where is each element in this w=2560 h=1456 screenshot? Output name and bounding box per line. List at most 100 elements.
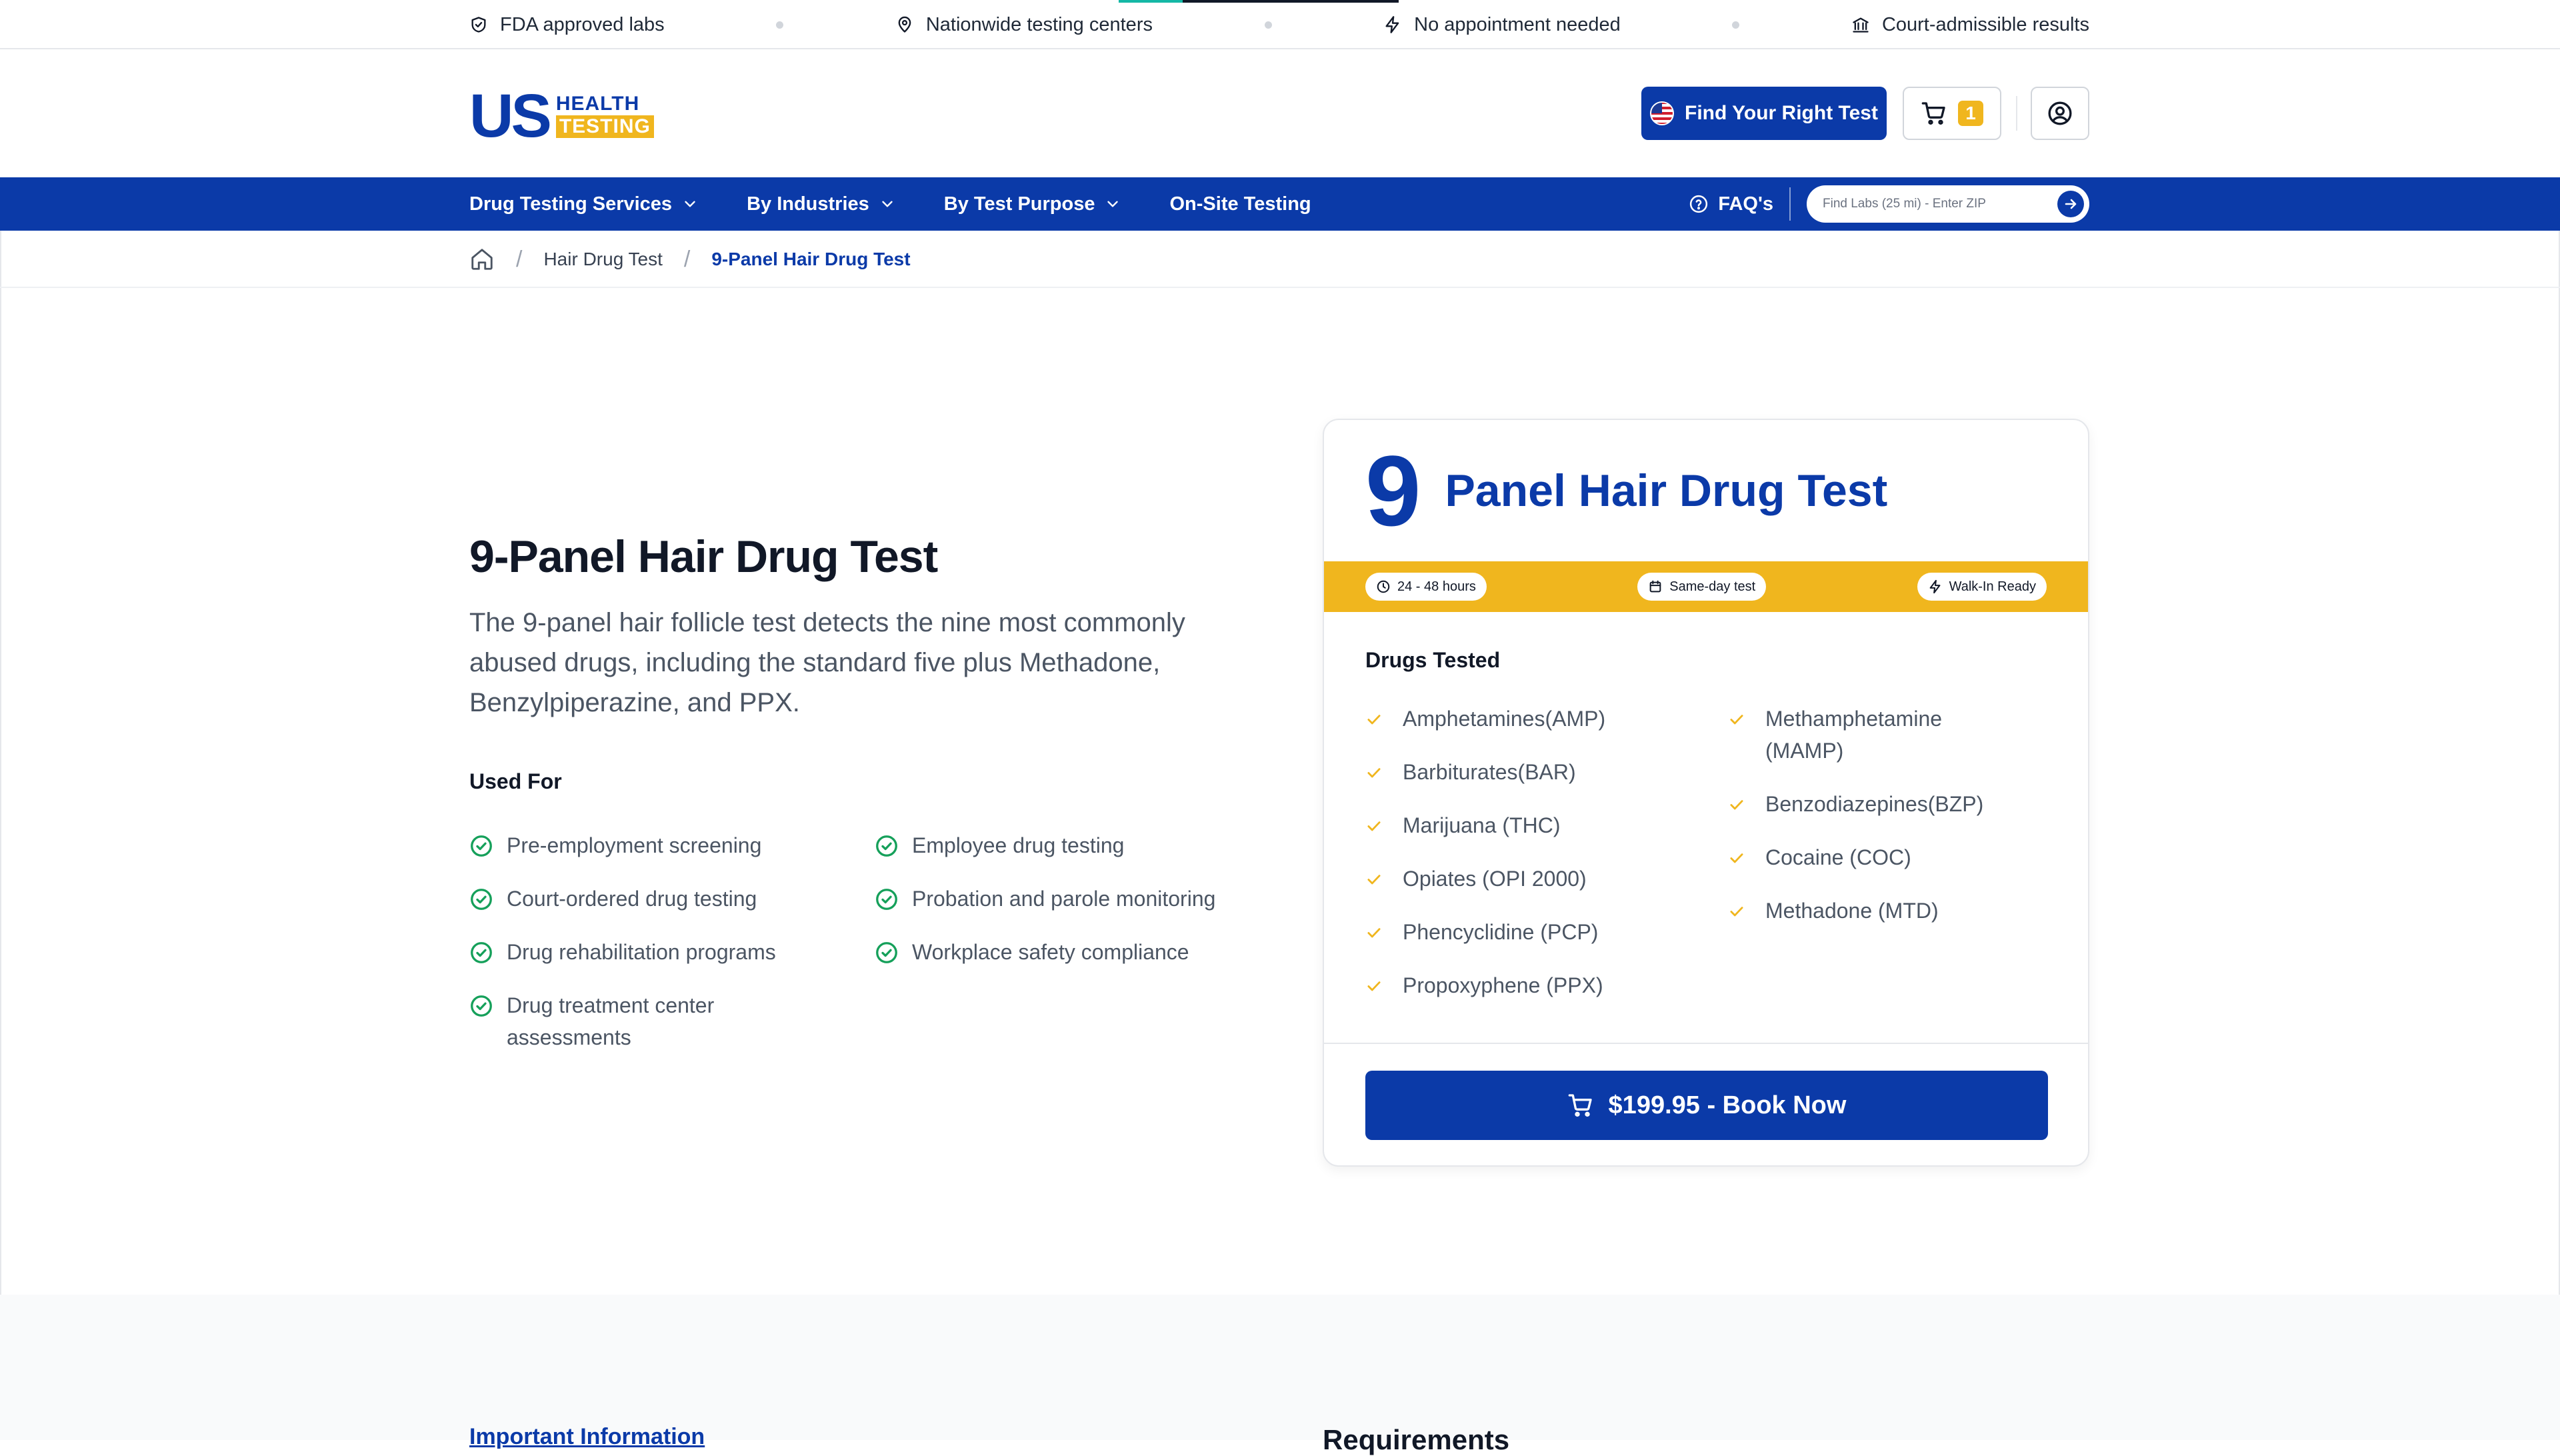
feature-badge-band: 24 - 48 hours Same-day test Walk-In Read…: [1324, 561, 2088, 612]
nav-item-label: By Test Purpose: [943, 193, 1095, 215]
badge-label: Walk-In Ready: [1949, 579, 2036, 594]
check-circle-icon: [875, 941, 899, 965]
list-item: Benzodiazepines(BZP): [1728, 788, 2061, 820]
info-section: [0, 1295, 2560, 1440]
drug-label: Amphetamines(AMP): [1403, 707, 1606, 731]
drug-label: Marijuana (THC): [1403, 813, 1561, 837]
drug-label: Methamphetamine (MAMP): [1765, 707, 1943, 763]
check-icon: [1728, 711, 1745, 728]
breadcrumb: / Hair Drug Test / 9-Panel Hair Drug Tes…: [0, 231, 2560, 288]
check-icon: [1728, 849, 1745, 867]
trust-item-label: Nationwide testing centers: [925, 13, 1153, 35]
faq-link[interactable]: FAQ's: [1689, 187, 1791, 221]
badge-label: Same-day test: [1669, 579, 1756, 594]
page-description: The 9-panel hair follicle test detects t…: [469, 608, 1185, 717]
important-information-tab[interactable]: Important Information: [469, 1424, 705, 1450]
drugs-list-right: Methamphetamine (MAMP) Benzodiazepines(B…: [1728, 703, 2061, 948]
list-item: Drug rehabilitation programs: [469, 936, 875, 968]
logo-testing-text: TESTING: [555, 115, 654, 138]
used-for-label: Drug treatment center assessments: [507, 993, 715, 1049]
list-item: Cocaine (COC): [1728, 841, 2061, 873]
check-circle-icon: [469, 887, 493, 911]
nav-right-group: FAQ's: [1689, 177, 2089, 231]
drug-label: Methadone (MTD): [1765, 899, 1939, 923]
account-button[interactable]: [2031, 87, 2089, 140]
separator-dot: [1264, 21, 1272, 29]
site-logo[interactable]: US HEALTH TESTING: [469, 82, 654, 150]
trust-item-label: FDA approved labs: [500, 13, 665, 35]
trust-item-label: No appointment needed: [1414, 13, 1621, 35]
nav-item-label: By Industries: [747, 193, 869, 215]
zip-search-box: [1807, 185, 2089, 223]
trust-bar: FDA approved labs Nationwide testing cen…: [0, 0, 2560, 49]
zip-search-input[interactable]: [1823, 197, 2043, 211]
product-card: 9 Panel Hair Drug Test 24 - 48 hours Sam…: [1323, 419, 2089, 1167]
badge-label: 24 - 48 hours: [1397, 579, 1476, 594]
find-your-right-test-button[interactable]: Find Your Right Test: [1641, 87, 1887, 140]
badge-same-day: Same-day test: [1637, 573, 1767, 601]
used-for-label: Employee drug testing: [912, 833, 1125, 857]
list-item: Court-ordered drug testing: [469, 883, 875, 915]
drug-label: Barbiturates(BAR): [1403, 760, 1576, 784]
breadcrumb-link-hair-drug-test[interactable]: Hair Drug Test: [543, 249, 662, 270]
list-item: Workplace safety compliance: [875, 936, 1269, 968]
shield-check-icon: [469, 15, 488, 34]
chevron-down-icon: [681, 195, 699, 213]
logo-wordmark: HEALTH TESTING: [555, 94, 654, 138]
trust-item-court: Court-admissible results: [1851, 14, 2089, 36]
list-item: Probation and parole monitoring: [875, 883, 1269, 915]
used-for-list: Pre-employment screening Employee drug t…: [469, 829, 1269, 1053]
breadcrumb-separator: /: [683, 246, 691, 272]
cart-icon: [1921, 100, 1947, 127]
separator-dot: [776, 21, 784, 29]
product-card-header: 9 Panel Hair Drug Test: [1324, 420, 2088, 561]
list-item: Pre-employment screening: [469, 829, 875, 861]
drug-label: Benzodiazepines(BZP): [1765, 792, 1984, 816]
check-icon: [1728, 796, 1745, 813]
check-icon: [1365, 711, 1383, 728]
check-icon: [1365, 977, 1383, 995]
breadcrumb-current: 9-Panel Hair Drug Test: [711, 249, 911, 269]
list-item: Propoxyphene (PPX): [1365, 969, 1725, 1001]
list-item: Employee drug testing: [875, 829, 1269, 861]
find-test-label: Find Your Right Test: [1685, 102, 1878, 124]
faq-label: FAQ's: [1718, 193, 1773, 215]
help-circle-icon: [1689, 194, 1709, 214]
chevron-down-icon: [1104, 195, 1121, 213]
main-nav: Drug Testing Services By Industries By T…: [0, 177, 2560, 231]
panel-number: 9: [1365, 435, 1421, 547]
used-for-label: Probation and parole monitoring: [912, 887, 1216, 911]
zip-search-submit-button[interactable]: [2057, 191, 2084, 217]
nav-item-drug-testing-services[interactable]: Drug Testing Services: [469, 193, 699, 215]
nav-item-on-site-testing[interactable]: On-Site Testing: [1169, 193, 1311, 215]
lightning-icon: [1928, 579, 1943, 594]
clock-icon: [1376, 579, 1391, 594]
list-item: Opiates (OPI 2000): [1365, 863, 1725, 895]
book-now-button[interactable]: $199.95 - Book Now: [1365, 1071, 2048, 1140]
check-circle-icon: [875, 887, 899, 911]
check-circle-icon: [875, 834, 899, 858]
used-for-label: Court-ordered drug testing: [507, 887, 757, 911]
check-circle-icon: [469, 994, 493, 1018]
logo-us-text: US: [469, 82, 552, 150]
header-divider: [2016, 96, 2017, 131]
drugs-list-left: Amphetamines(AMP) Barbiturates(BAR) Mari…: [1365, 703, 1725, 1023]
trust-item-nationwide: Nationwide testing centers: [895, 14, 1153, 36]
calendar-icon: [1648, 579, 1663, 594]
nav-item-by-test-purpose[interactable]: By Test Purpose: [944, 193, 1122, 215]
list-item: Methadone (MTD): [1728, 895, 2061, 927]
used-for-heading: Used For: [469, 769, 562, 793]
list-item: Barbiturates(BAR): [1365, 756, 1725, 788]
nav-item-label: On-Site Testing: [1169, 193, 1311, 215]
home-icon[interactable]: [469, 247, 495, 272]
badge-turnaround: 24 - 48 hours: [1365, 573, 1487, 601]
cart-button[interactable]: 1: [1903, 87, 2001, 140]
list-item: Marijuana (THC): [1365, 809, 1725, 841]
check-icon: [1365, 871, 1383, 888]
drugs-tested-heading: Drugs Tested: [1365, 648, 1501, 672]
nav-item-by-industries[interactable]: By Industries: [747, 193, 896, 215]
badge-walk-in: Walk-In Ready: [1917, 573, 2047, 601]
drug-label: Cocaine (COC): [1765, 845, 1911, 869]
site-header: US HEALTH TESTING Find Your Right Test 1: [0, 49, 2560, 177]
breadcrumb-separator: /: [516, 246, 523, 272]
